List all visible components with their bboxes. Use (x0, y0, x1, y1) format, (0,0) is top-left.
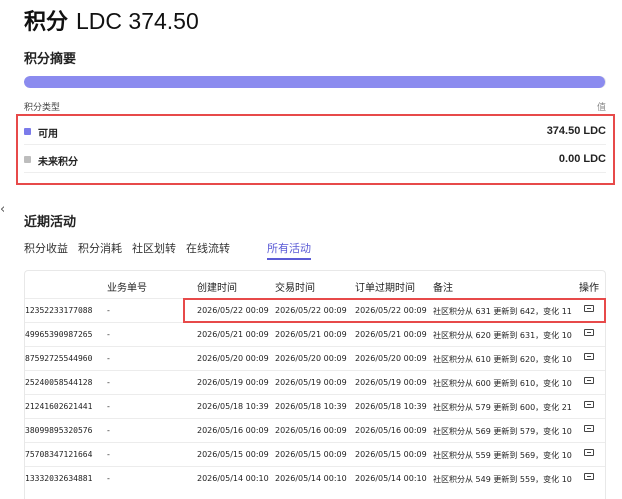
chevron-left-icon[interactable]: ‹ (0, 202, 5, 217)
summary-title: 积分摘要 (24, 52, 77, 67)
row-trade-time: 2026/05/16 00:09 (275, 426, 347, 435)
column-header-note: 备注 (433, 283, 453, 294)
row-id: 25240058544128 (25, 378, 93, 387)
points-progress-fill (24, 76, 606, 88)
row-expire-time: 2026/05/18 10:39 (355, 402, 427, 411)
row-detail-button[interactable] (584, 473, 594, 481)
row-trade-time: 2026/05/15 00:09 (275, 450, 347, 459)
row-note: 社区积分从 579 更新到 600，变化 21 (433, 403, 572, 412)
row-trade-time: 2026/05/20 00:09 (275, 354, 347, 363)
row-highlight-box (183, 298, 606, 323)
row-business-no: - (107, 474, 110, 483)
detail-icon (584, 425, 594, 432)
row-note: 社区积分从 610 更新到 620，变化 10 (433, 355, 572, 364)
row-business-no: - (107, 330, 110, 339)
page-title-text: 积分 (24, 10, 69, 35)
tab-points-earned[interactable]: 积分收益 (24, 240, 68, 256)
recent-activity-title: 近期活动 (24, 215, 77, 230)
table-row: 25240058544128 - 2026/05/19 00:09 2026/0… (25, 370, 605, 394)
table-row: 75708347121664 - 2026/05/15 00:09 2026/0… (25, 442, 605, 466)
table-row: 49965390987265 - 2026/05/21 00:09 2026/0… (25, 322, 605, 346)
row-id: 75708347121664 (25, 450, 93, 459)
detail-icon (584, 449, 594, 456)
tab-points-consumed[interactable]: 积分消耗 (78, 240, 122, 256)
table-row: 13332032634881 - 2026/05/14 00:10 2026/0… (25, 466, 605, 490)
active-tab-indicator (267, 258, 311, 260)
detail-icon (584, 377, 594, 384)
detail-icon (584, 473, 594, 480)
value-column-label: 值 (596, 103, 606, 113)
row-note: 社区积分从 569 更新到 579，变化 10 (433, 427, 572, 436)
row-id: 13332032634881 (25, 474, 93, 483)
row-business-no: - (107, 426, 110, 435)
row-note: 社区积分从 549 更新到 559，变化 10 (433, 475, 572, 484)
balance-amount: LDC 374.50 (76, 8, 199, 34)
row-id: 87592725544960 (25, 354, 93, 363)
column-header-traded: 交易时间 (275, 283, 315, 294)
row-note: 社区积分从 620 更新到 631，变化 10 (433, 331, 572, 340)
row-created-time: 2026/05/14 00:10 (197, 474, 269, 483)
column-header-created: 创建时间 (197, 283, 237, 294)
row-detail-button[interactable] (584, 353, 594, 361)
row-detail-button[interactable] (584, 401, 594, 409)
row-created-time: 2026/05/19 00:09 (197, 378, 269, 387)
table-row: 21241602621441 - 2026/05/18 10:39 2026/0… (25, 394, 605, 418)
tab-community-transfer[interactable]: 社区划转 (132, 240, 176, 256)
row-detail-button[interactable] (584, 449, 594, 457)
row-created-time: 2026/05/18 10:39 (197, 402, 269, 411)
row-expire-time: 2026/05/14 00:10 (355, 474, 427, 483)
table-row: 38099895320576 - 2026/05/16 00:09 2026/0… (25, 418, 605, 442)
tab-online-flow[interactable]: 在线流转 (186, 240, 230, 256)
tab-all-activity[interactable]: 所有活动 (267, 240, 311, 256)
row-note: 社区积分从 600 更新到 610，变化 10 (433, 379, 572, 388)
row-business-no: - (107, 450, 110, 459)
points-progress-bar (24, 76, 606, 88)
detail-icon (584, 401, 594, 408)
column-header-expire: 订单过期时间 (355, 283, 415, 294)
row-created-time: 2026/05/16 00:09 (197, 426, 269, 435)
row-id: 21241602621441 (25, 402, 93, 411)
row-id: 49965390987265 (25, 330, 93, 339)
row-business-no: - (107, 378, 110, 387)
row-created-time: 2026/05/21 00:09 (197, 330, 269, 339)
row-detail-button[interactable] (584, 425, 594, 433)
detail-icon (584, 329, 594, 336)
row-trade-time: 2026/05/21 00:09 (275, 330, 347, 339)
row-id: 12352233177088 (25, 306, 93, 315)
row-trade-time: 2026/05/19 00:09 (275, 378, 347, 387)
row-expire-time: 2026/05/20 00:09 (355, 354, 427, 363)
page-title: 积分 LDC 374.50 (24, 4, 199, 36)
column-header-actions: 操作 (579, 283, 599, 294)
type-column-label: 积分类型 (24, 103, 61, 113)
row-business-no: - (107, 402, 110, 411)
row-expire-time: 2026/05/15 00:09 (355, 450, 427, 459)
summary-highlight-box (16, 114, 615, 185)
row-trade-time: 2026/05/18 10:39 (275, 402, 347, 411)
row-expire-time: 2026/05/16 00:09 (355, 426, 427, 435)
summary-table-header: 积分类型 值 (24, 100, 606, 113)
row-expire-time: 2026/05/21 00:09 (355, 330, 427, 339)
row-detail-button[interactable] (584, 329, 594, 337)
row-expire-time: 2026/05/19 00:09 (355, 378, 427, 387)
row-business-no: - (107, 354, 110, 363)
detail-icon (584, 353, 594, 360)
table-row: 87592725544960 - 2026/05/20 00:09 2026/0… (25, 346, 605, 370)
row-created-time: 2026/05/20 00:09 (197, 354, 269, 363)
row-trade-time: 2026/05/14 00:10 (275, 474, 347, 483)
row-detail-button[interactable] (584, 377, 594, 385)
column-header-business-no: 业务单号 (107, 283, 147, 294)
row-note: 社区积分从 559 更新到 569，变化 10 (433, 451, 572, 460)
row-id: 38099895320576 (25, 426, 93, 435)
row-business-no: - (107, 306, 110, 315)
row-created-time: 2026/05/15 00:09 (197, 450, 269, 459)
